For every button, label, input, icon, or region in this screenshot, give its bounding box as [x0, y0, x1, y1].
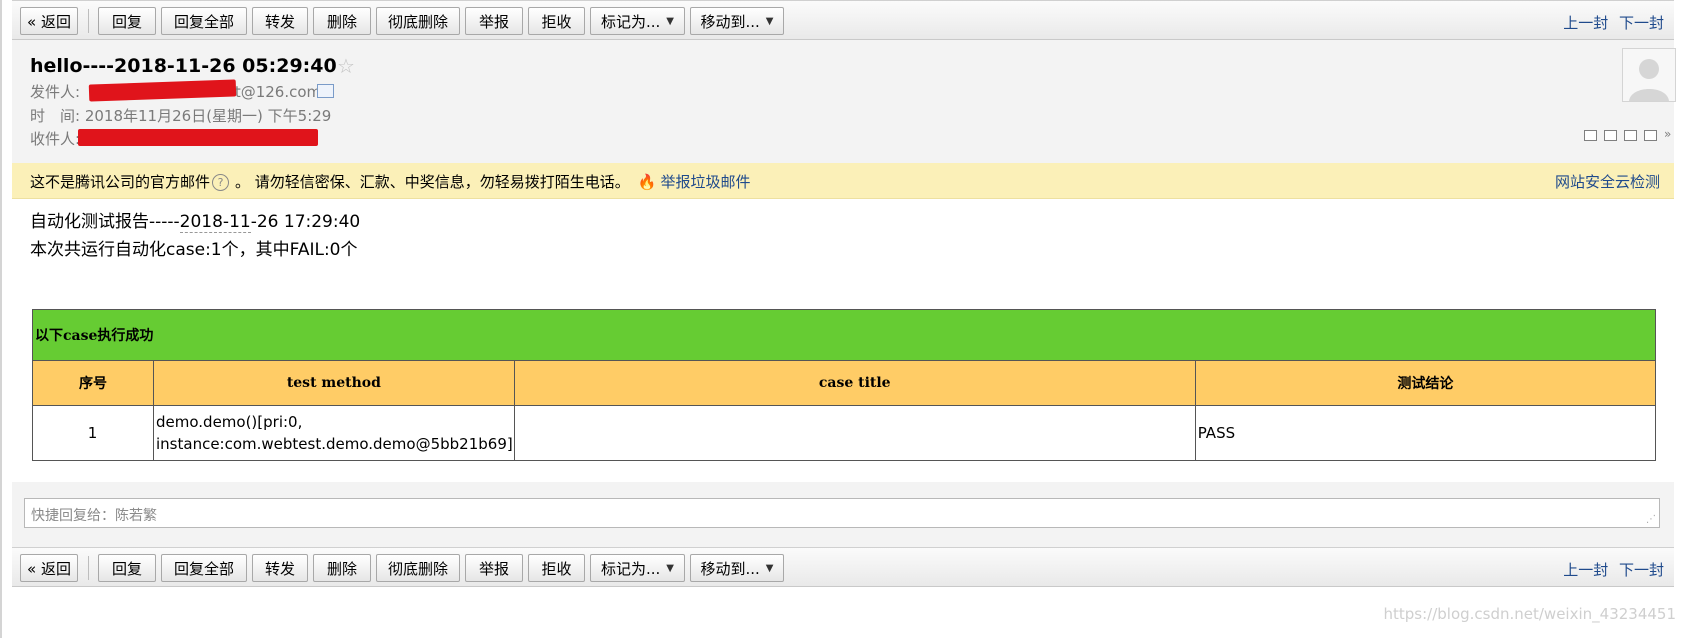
mail-body: 自动化测试报告-----2018-11-26 17:29:40 本次共运行自动化… [12, 199, 1674, 482]
time-label: 时 间: [30, 107, 81, 125]
cell-case-title [513, 405, 1196, 461]
caret-down-icon: ▼ [666, 15, 674, 27]
report-title-prefix: 自动化测试报告----- [30, 212, 180, 232]
header-index: 序号 [32, 360, 154, 406]
mark-as-dropdown[interactable]: 标记为... ▼ [590, 554, 685, 582]
header-case-title: case title [513, 360, 1196, 406]
reject-button[interactable]: 拒收 [528, 7, 585, 35]
reply-all-button[interactable]: 回复全部 [161, 7, 247, 35]
prev-mail-link[interactable]: 上一封 [1563, 561, 1608, 579]
recipient-row: 收件人: [30, 128, 80, 149]
toolbar-separator [88, 9, 89, 33]
delete-button[interactable]: 删除 [313, 7, 371, 35]
table-header-row: 序号 test method case title 测试结论 [32, 360, 1657, 406]
delete-permanent-button[interactable]: 彻底删除 [376, 7, 460, 35]
sender-avatar [1622, 48, 1676, 102]
warning-text-2: 。 请勿轻信密保、汇款、中奖信息，勿轻易拨打陌生电话。 [235, 173, 630, 191]
security-warning-bar: 这不是腾讯公司的官方邮件? 。 请勿轻信密保、汇款、中奖信息，勿轻易拨打陌生电话。… [12, 163, 1674, 199]
caret-down-icon: ▼ [765, 562, 774, 574]
table-row: 1 demo.demo()[pri:0, instance:com.webtes… [32, 405, 1657, 461]
resize-grip-icon[interactable]: ⋰ [1646, 514, 1656, 525]
move-to-dropdown[interactable]: 移动到... ▼ [690, 7, 784, 35]
warning-text: 这不是腾讯公司的官方邮件? 。 请勿轻信密保、汇款、中奖信息，勿轻易拨打陌生电话。… [30, 171, 751, 192]
mail-navigation: 上一封 下一封 [1557, 12, 1664, 33]
delete-button[interactable]: 删除 [313, 554, 371, 582]
mark-as-dropdown[interactable]: 标记为... ▼ [590, 7, 685, 35]
report-spam-link[interactable]: 举报垃圾邮件 [660, 173, 750, 191]
cell-index: 1 [32, 405, 154, 461]
report-date-link[interactable]: 2018-11 [179, 212, 251, 233]
star-icon[interactable]: ☆ [337, 54, 355, 78]
next-mail-link[interactable]: 下一封 [1619, 561, 1664, 579]
header-result: 测试结论 [1194, 360, 1657, 406]
header-actions: » [1584, 127, 1678, 141]
new-window-icon[interactable] [1584, 130, 1597, 141]
help-question-icon[interactable]: ? [212, 174, 230, 191]
table-title: 以下case执行成功 [32, 309, 1656, 361]
mail-subject: hello----2018-11-26 05:29:40 [30, 55, 337, 77]
reply-button[interactable]: 回复 [98, 554, 156, 582]
warning-text-1: 这不是腾讯公司的官方邮件 [30, 173, 211, 191]
quick-reply-input[interactable]: 快捷回复给：陈若繁 ⋰ [24, 498, 1660, 528]
forward-button[interactable]: 转发 [252, 7, 308, 35]
bottom-toolbar: « 返回 回复 回复全部 转发 删除 彻底删除 举报 拒收 标记为... ▼ 移… [12, 547, 1674, 587]
contact-card-icon[interactable] [317, 84, 334, 98]
reject-button[interactable]: 拒收 [528, 554, 585, 582]
back-button[interactable]: « 返回 [20, 7, 78, 35]
export-icon[interactable] [1624, 130, 1637, 141]
recipient-redaction [78, 129, 318, 146]
avatar-silhouette-icon [1629, 59, 1669, 101]
results-table: 以下case执行成功 序号 test method case title 测试结… [32, 309, 1657, 461]
cell-result: PASS [1194, 405, 1657, 461]
mark-as-label: 标记为... [600, 12, 661, 31]
time-row: 时 间: 2018年11月26日(星期一) 下午5:29 [30, 105, 331, 126]
watermark-text: https://blog.csdn.net/weixin_43234451 [1383, 605, 1676, 623]
toolbar-separator [88, 556, 89, 580]
window-left-border [0, 0, 2, 638]
caret-down-icon: ▼ [765, 15, 774, 27]
toolbar-buttons: « 返回 回复 回复全部 转发 删除 彻底删除 举报 拒收 标记为... ▼ 移… [20, 7, 789, 35]
move-to-label: 移动到... [700, 559, 760, 578]
mail-navigation: 上一封 下一封 [1557, 559, 1664, 580]
sender-label: 发件人: [30, 83, 81, 101]
reply-button[interactable]: 回复 [98, 7, 156, 35]
time-value: 2018年11月26日(星期一) 下午5:29 [84, 107, 332, 125]
back-button[interactable]: « 返回 [20, 554, 78, 582]
report-title-line: 自动化测试报告-----2018-11-26 17:29:40 [30, 207, 361, 233]
method-line-1: demo.demo()[pri:0, [156, 413, 303, 431]
quick-reply-placeholder: 快捷回复给：陈若繁 [31, 508, 157, 524]
report-title-suffix: -26 17:29:40 [250, 212, 361, 232]
toolbar-buttons: « 返回 回复 回复全部 转发 删除 彻底删除 举报 拒收 标记为... ▼ 移… [20, 554, 789, 582]
move-to-label: 移动到... [700, 12, 760, 31]
flame-icon: 🔥 [637, 173, 657, 191]
mail-header: hello----2018-11-26 05:29:40 ☆ 发件人: t@12… [12, 40, 1676, 163]
move-to-dropdown[interactable]: 移动到... ▼ [690, 554, 784, 582]
method-line-2: instance:com.webtest.demo.demo@5bb21b69] [156, 435, 513, 453]
top-toolbar: « 返回 回复 回复全部 转发 删除 彻底删除 举报 拒收 标记为... ▼ 移… [12, 0, 1674, 40]
quick-reply-area: 快捷回复给：陈若繁 ⋰ [12, 482, 1674, 547]
header-test-method: test method [153, 360, 515, 406]
reply-all-button[interactable]: 回复全部 [161, 554, 247, 582]
next-mail-link[interactable]: 下一封 [1619, 14, 1664, 32]
cell-test-method: demo.demo()[pri:0, instance:com.webtest.… [153, 405, 515, 461]
prev-mail-link[interactable]: 上一封 [1563, 14, 1608, 32]
delete-permanent-button[interactable]: 彻底删除 [376, 554, 460, 582]
caret-down-icon: ▼ [666, 562, 674, 574]
print-icon[interactable] [1644, 130, 1657, 141]
view-source-icon[interactable] [1604, 130, 1617, 141]
mark-as-label: 标记为... [600, 559, 661, 578]
report-button[interactable]: 举报 [465, 554, 523, 582]
more-chevron-icon[interactable]: » [1664, 127, 1671, 141]
cloud-security-check-link[interactable]: 网站安全云检测 [1555, 171, 1660, 192]
forward-button[interactable]: 转发 [252, 554, 308, 582]
recipient-label: 收件人: [30, 130, 81, 148]
report-button[interactable]: 举报 [465, 7, 523, 35]
report-summary-line: 本次共运行自动化case:1个，其中FAIL:0个 [30, 240, 358, 260]
